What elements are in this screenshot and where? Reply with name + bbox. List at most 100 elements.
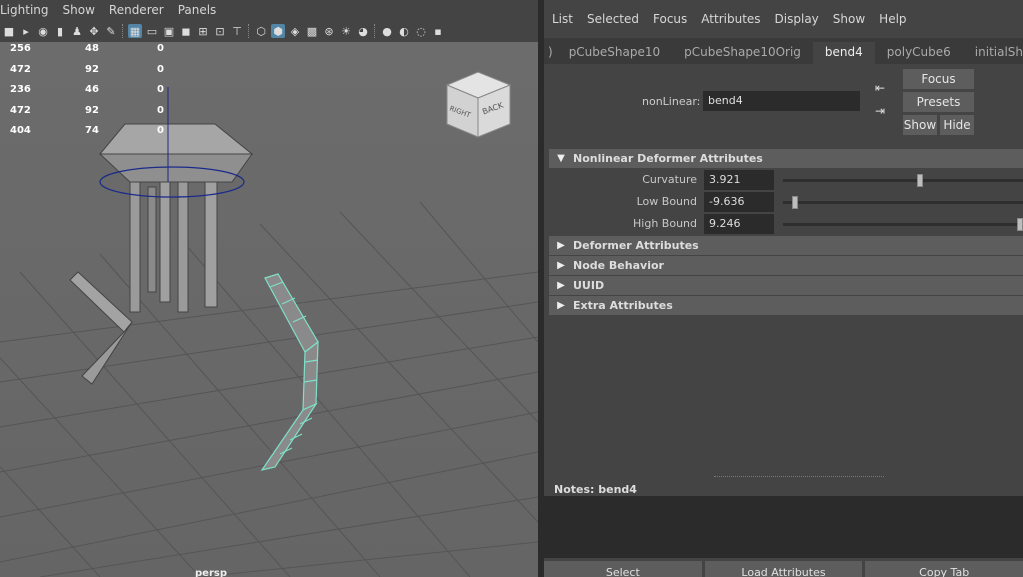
ambient-occlusion-icon[interactable]: ◕ xyxy=(356,24,370,38)
show-button[interactable]: Show xyxy=(903,115,937,135)
menu-help[interactable]: Help xyxy=(879,12,906,26)
viewport-panel[interactable]: Lighting Show Renderer Panels ■ ▸ ◉ ▮ ♟ … xyxy=(0,0,538,577)
copy-tab-button[interactable]: Copy Tab xyxy=(865,561,1023,577)
section-nonlinear-deformer[interactable]: ▼ Nonlinear Deformer Attributes xyxy=(549,149,1023,168)
hud-row-uvs: 404 74 0 xyxy=(10,125,164,136)
tab-initialshadinggroup[interactable]: initialShadingGroup xyxy=(963,42,1023,64)
camera-name-label: persp xyxy=(195,568,227,577)
section-title: Deformer Attributes xyxy=(573,239,699,252)
shadows-icon[interactable]: ☀ xyxy=(339,24,353,38)
viewport-menubar: Lighting Show Renderer Panels xyxy=(0,0,538,20)
bent-cube-left xyxy=(69,271,133,385)
bookmark-icon[interactable]: ▮ xyxy=(53,24,67,38)
attr-row-curvature: Curvature 3.921 xyxy=(549,170,1023,191)
high-bound-field[interactable]: 9.246 xyxy=(704,214,774,234)
curvature-field[interactable]: 3.921 xyxy=(704,170,774,190)
section-extra-attributes[interactable]: ▶ Extra Attributes xyxy=(549,296,1023,315)
high-bound-slider[interactable] xyxy=(783,218,1023,231)
menu-selected[interactable]: Selected xyxy=(587,12,639,26)
ground-grid xyxy=(0,201,538,577)
isolate-select-icon[interactable]: ◌ xyxy=(414,24,428,38)
pan-icon[interactable]: ✥ xyxy=(87,24,101,38)
attr-row-low-bound: Low Bound -9.636 xyxy=(549,192,1023,213)
notes-textarea[interactable] xyxy=(544,496,1023,558)
section-title: Node Behavior xyxy=(573,259,664,272)
menu-show[interactable]: Show xyxy=(833,12,865,26)
hud-row-edges: 472 92 0 xyxy=(10,63,164,75)
hud-row-faces: 236 46 0 xyxy=(10,84,164,95)
menu-attributes[interactable]: Attributes xyxy=(701,12,760,26)
toolbar-separator xyxy=(374,24,376,38)
node-type-label: nonLinear: xyxy=(642,95,701,108)
low-bound-slider[interactable] xyxy=(783,196,1023,209)
hide-button[interactable]: Hide xyxy=(940,115,974,135)
section-deformer-attributes[interactable]: ▶ Deformer Attributes xyxy=(549,236,1023,255)
select-button[interactable]: Select xyxy=(544,561,702,577)
textured-icon[interactable]: ▩ xyxy=(305,24,319,38)
toolbar-separator xyxy=(122,24,124,38)
section-title: Extra Attributes xyxy=(573,299,673,312)
tab-pcubeshape10[interactable]: pCubeShape10 xyxy=(557,42,672,64)
tab-polycube6[interactable]: polyCube6 xyxy=(875,42,963,64)
tab-pcubeshape10orig[interactable]: pCubeShape10Orig xyxy=(672,42,813,64)
menu-renderer[interactable]: Renderer xyxy=(109,3,170,17)
toolbar-separator xyxy=(248,24,250,38)
menu-panels[interactable]: Panels xyxy=(178,3,223,17)
antialiasing-icon[interactable]: ◐ xyxy=(397,24,411,38)
curvature-slider[interactable] xyxy=(783,174,1023,187)
image-plane-icon[interactable]: ♟ xyxy=(70,24,84,38)
xray-icon[interactable]: ▪ xyxy=(431,24,445,38)
grid-icon[interactable]: ▦ xyxy=(128,24,142,38)
gazebo-model xyxy=(98,123,254,313)
use-lights-icon[interactable]: ⊛ xyxy=(322,24,336,38)
section-uuid[interactable]: ▶ UUID xyxy=(549,276,1023,295)
tab-scroll-left[interactable]: ) xyxy=(544,42,557,64)
camera-attrs-icon[interactable]: ◉ xyxy=(36,24,50,38)
slider-handle[interactable] xyxy=(1017,218,1023,231)
smooth-shade-icon[interactable]: ⬢ xyxy=(271,24,285,38)
section-node-behavior[interactable]: ▶ Node Behavior xyxy=(549,256,1023,275)
presets-button[interactable]: Presets xyxy=(903,92,974,112)
camera-icon[interactable]: ■ xyxy=(2,24,16,38)
field-chart-icon[interactable]: ⊞ xyxy=(196,24,210,38)
pencil-icon[interactable]: ✎ xyxy=(104,24,118,38)
attribute-editor: List Selected Focus Attributes Display S… xyxy=(544,0,1023,577)
menu-lighting[interactable]: Lighting xyxy=(0,3,55,17)
ae-bottom-buttons: Select Load Attributes Copy Tab xyxy=(544,561,1023,577)
collapsed-triangle-icon: ▶ xyxy=(557,240,565,251)
notes-label: Notes: bend4 xyxy=(554,483,637,496)
low-bound-field[interactable]: -9.636 xyxy=(704,192,774,212)
menu-show[interactable]: Show xyxy=(63,3,101,17)
section-title: UUID xyxy=(573,279,605,292)
menu-list[interactable]: List xyxy=(552,12,573,26)
safe-action-icon[interactable]: ⊡ xyxy=(213,24,227,38)
film-gate-icon[interactable]: ▭ xyxy=(145,24,159,38)
go-to-output-icon[interactable]: ⇥ xyxy=(875,104,891,118)
go-to-input-icon[interactable]: ⇤ xyxy=(875,81,891,95)
bookmark-camera-icon[interactable]: ▸ xyxy=(19,24,33,38)
attr-label: Curvature xyxy=(642,173,697,186)
node-name-row: nonLinear: bend4 ⇤ ⇥ Focus Presets Show … xyxy=(544,64,1023,144)
menu-focus[interactable]: Focus xyxy=(653,12,687,26)
motion-blur-icon[interactable]: ● xyxy=(380,24,394,38)
resolution-gate-icon[interactable]: ▣ xyxy=(162,24,176,38)
tab-bend4[interactable]: bend4 xyxy=(812,42,875,64)
slider-handle[interactable] xyxy=(916,174,923,187)
wireframe-on-shaded-icon[interactable]: ◈ xyxy=(288,24,302,38)
expanded-triangle-icon: ▼ xyxy=(557,153,565,164)
gate-mask-icon[interactable]: ◼ xyxy=(179,24,193,38)
poly-count-hud: 256 48 0 472 92 0 236 46 0 472 92 0 404 74 0 xyxy=(10,43,187,146)
focus-button[interactable]: Focus xyxy=(903,69,974,89)
load-attributes-button[interactable]: Load Attributes xyxy=(704,561,863,577)
menu-display[interactable]: Display xyxy=(775,12,819,26)
bend4-selected-mesh xyxy=(260,273,319,471)
hud-row-verts: 256 48 0 xyxy=(10,43,164,54)
node-name-field[interactable]: bend4 xyxy=(703,91,860,111)
notes-resize-handle[interactable] xyxy=(714,476,884,477)
ae-menubar: List Selected Focus Attributes Display S… xyxy=(544,0,1023,38)
slider-handle[interactable] xyxy=(792,196,798,209)
attr-label: High Bound xyxy=(633,217,697,230)
safe-title-icon[interactable]: ⊤ xyxy=(230,24,244,38)
wireframe-icon[interactable]: ⬡ xyxy=(254,24,268,38)
section-title: Nonlinear Deformer Attributes xyxy=(573,152,763,165)
